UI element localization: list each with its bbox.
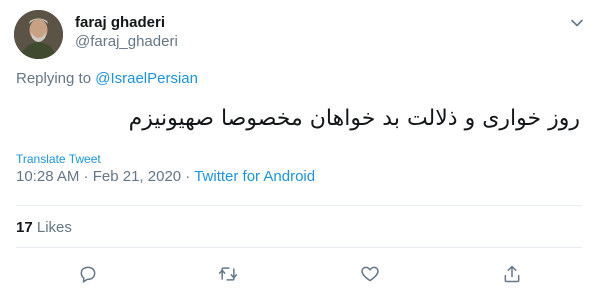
action-bar [0,262,598,286]
tweet-date[interactable]: Feb 21, 2020 [93,168,181,185]
tweet-metadata: 10:28 AM · Feb 21, 2020 · Twitter for An… [16,168,315,185]
likes-count: 17 [16,219,33,236]
likes-label: Likes [36,219,72,236]
meta-separator: · [181,168,195,185]
tweet-source-link[interactable]: Twitter for Android [194,168,315,185]
likes-stat[interactable]: 17 Likes [16,219,72,236]
display-name[interactable]: faraj ghaderi [75,14,178,32]
replying-to-label: Replying to [16,70,96,87]
like-icon[interactable] [358,262,382,286]
user-info[interactable]: faraj ghaderi @faraj_ghaderi [75,14,178,52]
meta-separator: · [79,168,93,185]
share-icon[interactable] [500,262,524,286]
retweet-icon[interactable] [216,262,240,286]
tweet-card: faraj ghaderi @faraj_ghaderi Replying to… [0,0,598,300]
tweet-text: روز خواری و ذلالت بد خواهان مخصوصا صهیون… [128,106,580,131]
chevron-down-icon[interactable] [570,16,584,30]
translate-tweet-link[interactable]: Translate Tweet [16,152,101,166]
reply-target-link[interactable]: @IsraelPersian [95,70,198,87]
divider [16,205,582,206]
user-handle[interactable]: @faraj_ghaderi [75,32,178,52]
replying-to: Replying to @IsraelPersian [16,70,198,87]
reply-icon[interactable] [76,262,100,286]
divider [16,247,582,248]
avatar[interactable] [14,10,63,59]
tweet-time[interactable]: 10:28 AM [16,168,79,185]
